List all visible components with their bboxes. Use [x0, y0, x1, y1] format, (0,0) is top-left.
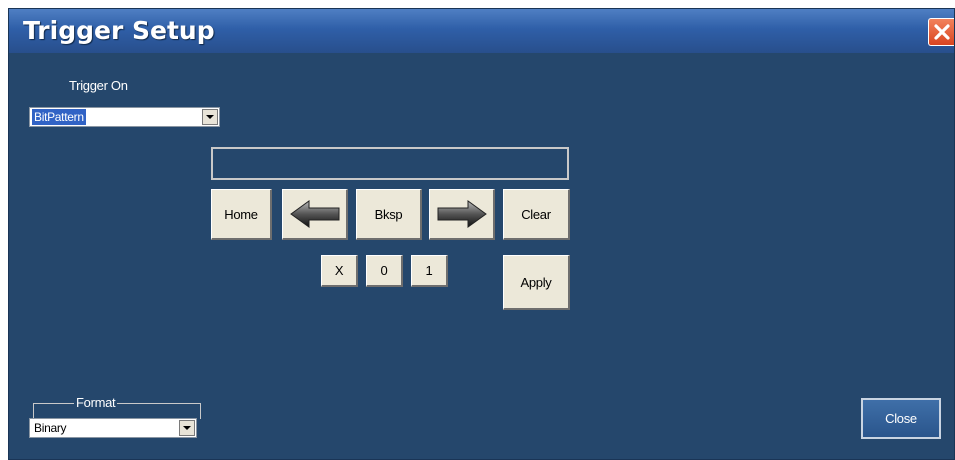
key-1-button[interactable]: 1	[411, 255, 448, 287]
close-button[interactable]: Close	[861, 398, 941, 439]
trigger-on-select[interactable]: BitPattern	[29, 107, 220, 127]
trigger-on-value: BitPattern	[32, 109, 86, 125]
dropdown-button[interactable]	[202, 109, 218, 125]
arrow-right-icon	[437, 200, 487, 228]
chevron-down-icon	[183, 426, 191, 430]
title-bar: Trigger Setup	[9, 9, 954, 53]
home-button[interactable]: Home	[211, 189, 272, 240]
window-close-button[interactable]	[928, 18, 954, 46]
trigger-setup-dialog: Trigger Setup Trigger On BitPattern Home	[8, 8, 955, 460]
key-x-button[interactable]: X	[321, 255, 358, 287]
chevron-down-icon	[206, 115, 214, 119]
trigger-on-label: Trigger On	[69, 78, 128, 93]
format-label: Format	[74, 395, 118, 411]
cursor-right-button[interactable]	[429, 189, 495, 240]
key-0-button[interactable]: 0	[366, 255, 403, 287]
cursor-left-button[interactable]	[282, 189, 348, 240]
arrow-left-icon	[289, 200, 339, 228]
clear-button[interactable]: Clear	[503, 189, 570, 240]
bit-pattern-input[interactable]	[211, 147, 569, 180]
format-value: Binary	[34, 421, 67, 435]
close-icon	[933, 24, 950, 40]
backspace-button[interactable]: Bksp	[356, 189, 422, 240]
apply-button[interactable]: Apply	[503, 255, 570, 310]
dropdown-button[interactable]	[179, 420, 195, 436]
dialog-title: Trigger Setup	[23, 16, 215, 45]
format-select[interactable]: Binary	[29, 418, 197, 438]
